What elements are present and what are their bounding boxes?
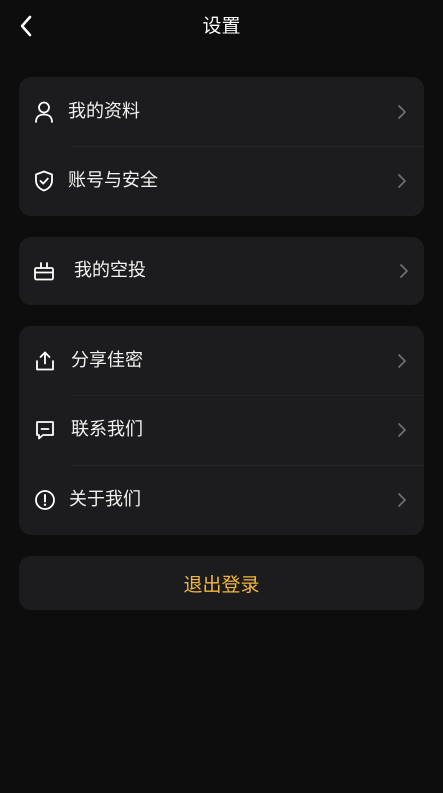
chevron-right-icon	[396, 172, 408, 190]
settings-group-account: 我的资料 账号与安全	[19, 77, 424, 216]
menu-item-profile[interactable]: 我的资料	[19, 77, 424, 147]
menu-item-airdrop[interactable]: 我的空投	[19, 237, 424, 305]
menu-item-label: 分享佳密	[71, 350, 143, 371]
chevron-right-icon	[398, 262, 410, 280]
user-icon	[33, 101, 55, 123]
menu-item-account-security[interactable]: 账号与安全	[19, 146, 424, 216]
shield-check-icon	[33, 170, 55, 192]
menu-item-label: 联系我们	[71, 419, 143, 440]
menu-item-contact[interactable]: 联系我们	[19, 395, 424, 465]
menu-item-label: 账号与安全	[68, 170, 158, 191]
menu-item-about[interactable]: 关于我们	[19, 465, 424, 535]
settings-group-about: 分享佳密 联系我们 关于我们	[19, 326, 424, 535]
info-icon	[34, 489, 56, 511]
page-title: 设置	[202, 15, 241, 37]
chevron-right-icon	[396, 491, 408, 509]
gift-icon	[33, 260, 55, 282]
settings-group-airdrop: 我的空投	[19, 237, 424, 305]
menu-item-label: 我的资料	[68, 101, 140, 122]
menu-item-share[interactable]: 分享佳密	[19, 326, 424, 396]
header-bar: 设置	[0, 0, 443, 52]
menu-item-label: 我的空投	[74, 260, 146, 281]
logout-button[interactable]: 退出登录	[19, 556, 424, 610]
message-icon	[34, 419, 56, 441]
logout-label: 退出登录	[183, 573, 260, 596]
chevron-right-icon	[396, 103, 408, 121]
chevron-right-icon	[396, 421, 408, 439]
share-icon	[34, 350, 56, 372]
menu-item-label: 关于我们	[69, 489, 141, 510]
chevron-right-icon	[396, 352, 408, 370]
